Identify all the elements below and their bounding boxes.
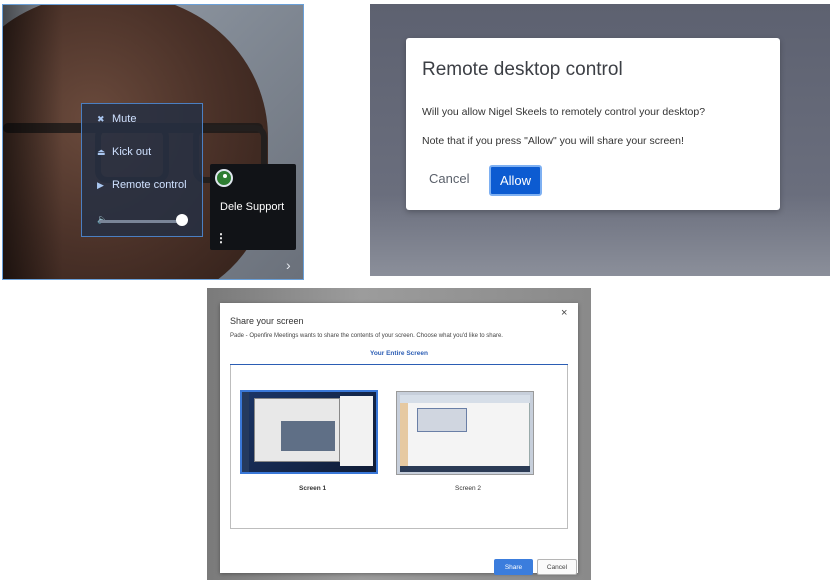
participant-tile[interactable]: Dele Support ⋮ — [210, 164, 296, 250]
screen-2-thumbnail[interactable] — [396, 391, 534, 475]
kick-out-label: Kick out — [112, 146, 152, 158]
share-dialog-title: Share your screen — [230, 316, 304, 326]
tab-entire-screen[interactable]: Your Entire Screen — [230, 350, 568, 363]
volume-icon: 🔈 — [97, 214, 109, 224]
share-dialog-description: Pade - Openfire Meetings wants to share … — [230, 333, 503, 339]
screen-1-label: Screen 1 — [299, 485, 327, 492]
video-panel: ✖ Mute ⏏ Kick out ▶ Remote control 🔈 Dele S… — [2, 4, 304, 280]
remote-desktop-dialog: Remote desktop control Will you allow Ni… — [406, 38, 780, 210]
more-options-icon[interactable]: ⋮ — [215, 232, 227, 244]
close-icon[interactable]: × — [561, 307, 567, 319]
participant-name: Dele Support — [220, 201, 285, 213]
share-screen-panel: × Share your screen Pade - Openfire Meet… — [207, 288, 591, 580]
chevron-right-icon[interactable]: › — [286, 257, 291, 273]
mute-label: Mute — [112, 113, 137, 125]
dialog-question: Will you allow Nigel Skeels to remotely … — [422, 106, 706, 118]
dialog-title: Remote desktop control — [422, 59, 623, 80]
share-screen-dialog: × Share your screen Pade - Openfire Meet… — [220, 303, 578, 575]
video-shadow — [3, 5, 63, 279]
mute-menu-item[interactable]: ✖ Mute — [97, 113, 136, 125]
volume-slider-handle[interactable] — [176, 214, 188, 226]
dialog-note: Note that if you press "Allow" you will … — [422, 135, 684, 147]
cancel-button[interactable]: Cancel — [429, 171, 469, 186]
screen-2-label: Screen 2 — [455, 485, 482, 492]
remote-desktop-panel: Remote desktop control Will you allow Ni… — [370, 4, 830, 276]
share-button[interactable]: Share — [494, 559, 533, 575]
allow-button[interactable]: Allow — [489, 165, 542, 196]
eject-icon: ⏏ — [97, 147, 106, 157]
volume-slider-track[interactable] — [99, 220, 179, 223]
remote-control-menu-item[interactable]: ▶ Remote control — [97, 179, 187, 191]
share-cancel-button[interactable]: Cancel — [537, 559, 577, 575]
screen-1-thumbnail[interactable] — [240, 390, 378, 474]
kick-out-menu-item[interactable]: ⏏ Kick out — [97, 146, 151, 158]
mic-off-icon: ✖ — [97, 114, 105, 124]
play-icon: ▶ — [97, 180, 104, 190]
participant-avatar — [215, 169, 233, 187]
remote-control-label: Remote control — [112, 179, 187, 191]
